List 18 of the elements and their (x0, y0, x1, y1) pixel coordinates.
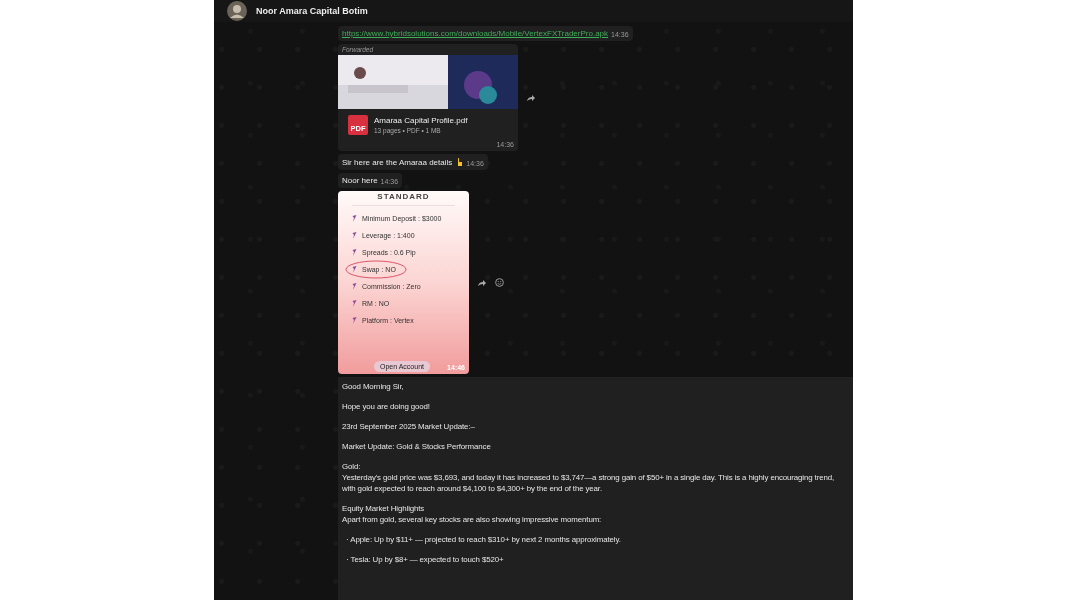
message-text: Noor here (342, 176, 378, 185)
message-text: Sir here are the Amaraa details (342, 158, 453, 167)
download-link[interactable]: https://www.hybridsolutions.com/downloads/Mobile/VertexFXTraderPro.apk (342, 29, 609, 38)
emoji-icon[interactable] (495, 278, 504, 287)
card-title: STANDARD (376, 192, 431, 201)
file-name[interactable]: Amaraa Capital Profile.pdf (374, 116, 468, 125)
pin-icon (352, 283, 357, 290)
pin-icon (352, 300, 357, 307)
forward-icon[interactable] (526, 93, 536, 102)
forward-icon[interactable] (477, 278, 487, 287)
pin-icon (352, 249, 357, 256)
pin-icon (352, 215, 357, 222)
pin-icon (352, 317, 357, 324)
pointing-hand-icon (455, 157, 464, 167)
contact-name: Noor Amara Capital Botim (256, 6, 368, 16)
avatar-icon[interactable] (226, 0, 248, 22)
pin-icon (352, 232, 357, 239)
pin-icon (352, 266, 357, 273)
